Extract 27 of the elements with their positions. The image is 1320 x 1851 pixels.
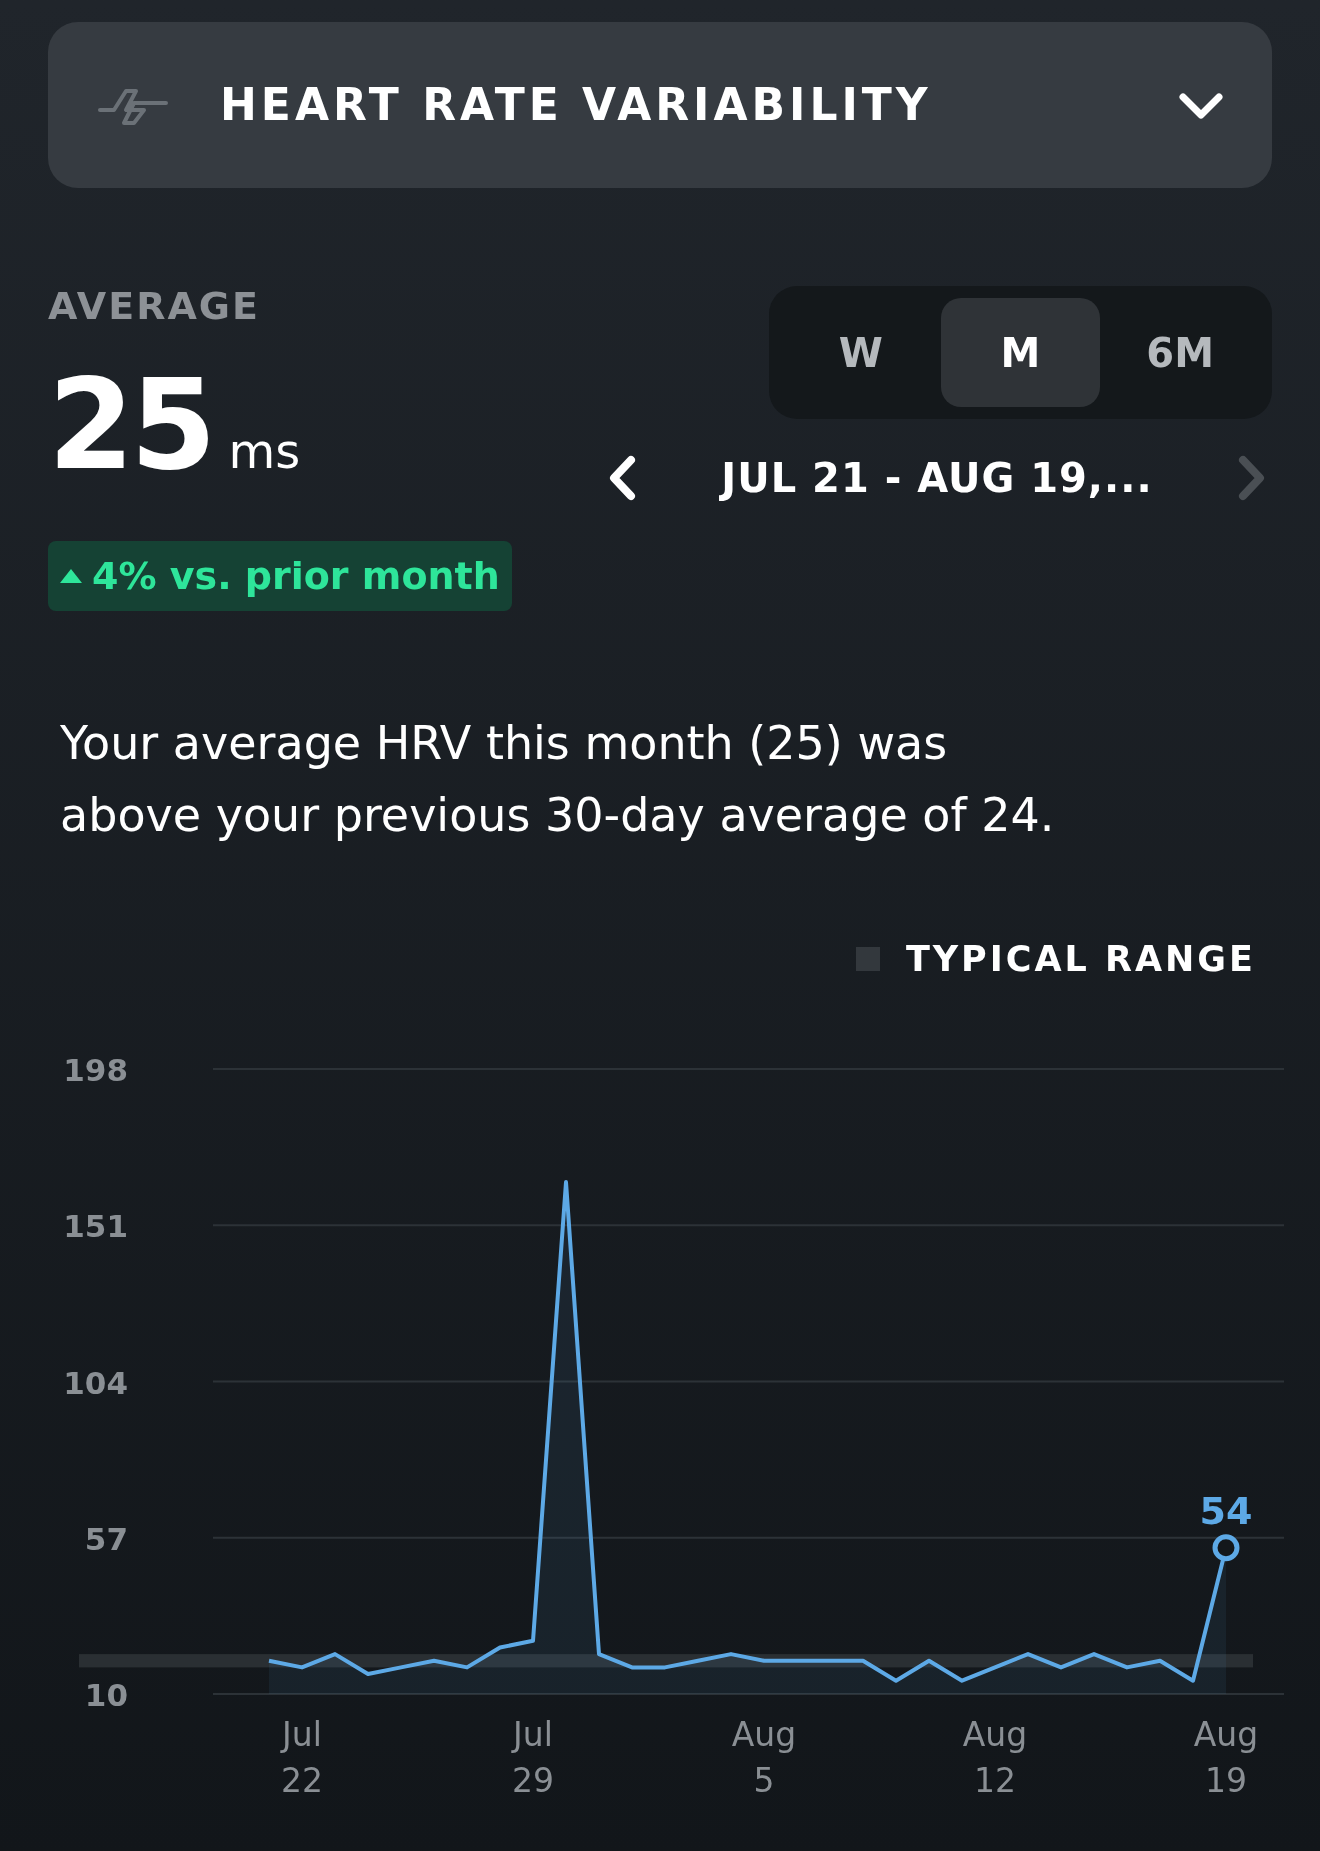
axis-label: 10 [84, 1676, 128, 1713]
chevron-right-icon [1237, 455, 1267, 501]
axis-label: Aug 5 [731, 1714, 797, 1800]
axis-label: 198 [63, 1051, 128, 1088]
axis-label: Jul 29 [512, 1714, 554, 1800]
legend-swatch [855, 947, 880, 972]
range-tab[interactable]: M [940, 298, 1101, 407]
axis-label: Aug 19 [1193, 1714, 1259, 1800]
point-marker [1212, 1533, 1240, 1561]
triangle-up-icon [60, 569, 82, 583]
date-range: JUL 21 - AUG 19,... [721, 454, 1153, 503]
average-label: AVERAGE [48, 283, 261, 330]
summary-text: Your average HRV this month (25) was above your previous 30-day average of 24. [60, 715, 1056, 844]
axis-label: Aug 12 [962, 1714, 1028, 1800]
average-unit: ms [228, 422, 301, 481]
axis-label: 57 [84, 1520, 128, 1557]
point-label: 54 [1199, 1488, 1253, 1533]
axis-label: Jul 22 [281, 1714, 323, 1800]
metric-dropdown[interactable]: HEART RATE VARIABILITY [48, 22, 1272, 188]
range-tab[interactable]: 6M [1100, 298, 1260, 407]
axis-label: 151 [63, 1207, 128, 1244]
change-text: 4% vs. prior month [92, 552, 500, 600]
average-value: 25 [48, 363, 213, 487]
chevron-left-icon [607, 455, 637, 501]
range-tab[interactable]: W [781, 298, 941, 407]
axis-label: 104 [63, 1364, 128, 1400]
legend-label: TYPICAL RANGE [905, 938, 1256, 981]
